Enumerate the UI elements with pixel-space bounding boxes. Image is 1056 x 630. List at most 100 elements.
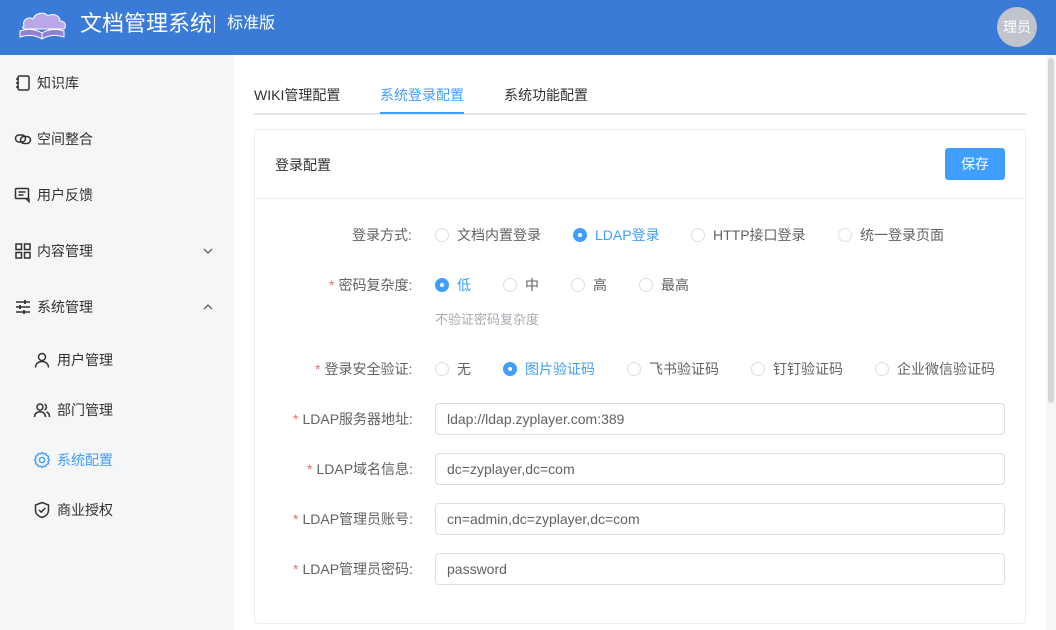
tab-wiki-config[interactable]: WIKI管理配置: [254, 87, 340, 103]
ldap-admin-account-label: * LDAP管理员账号:: [293, 511, 413, 527]
sidebar-item-system-management[interactable]: 系统管理: [0, 287, 234, 327]
radio-circle: [875, 362, 889, 376]
login-method-label: 登录方式:: [352, 227, 412, 243]
ldap-admin-password-label-text: LDAP管理员密码:: [302, 561, 413, 577]
ldap-server-input[interactable]: [435, 403, 1005, 435]
edition-label: 标准版: [227, 15, 276, 32]
sidebar-item-content-management[interactable]: 内容管理: [0, 231, 234, 271]
sidebar-item-department-management[interactable]: 部门管理: [0, 390, 234, 430]
required-asterisk: *: [329, 277, 335, 293]
radio-circle: [639, 278, 653, 292]
radio-label: 企业微信验证码: [897, 361, 995, 377]
sidebar-item-knowledge-base[interactable]: 知识库: [0, 63, 234, 103]
radio-circle: [435, 278, 449, 292]
password-complexity-label: * 密码复杂度:: [329, 277, 412, 293]
card-title: 登录配置: [275, 157, 331, 173]
ldap-admin-password-label: * LDAP管理员密码:: [293, 561, 413, 577]
radio-builtin-login[interactable]: 文档内置登录: [435, 227, 541, 243]
radio-ldap-login[interactable]: LDAP登录: [573, 227, 660, 243]
radio-label: 文档内置登录: [457, 227, 541, 243]
radio-label: 高: [593, 277, 607, 293]
ldap-server-label: * LDAP服务器地址:: [293, 411, 413, 427]
ldap-domain-label-text: LDAP域名信息:: [316, 461, 413, 477]
password-complexity-hint: 不验证密码复杂度: [435, 312, 540, 327]
ldap-admin-account-input[interactable]: [435, 503, 1005, 535]
radio-circle: [627, 362, 641, 376]
ldap-admin-password-input[interactable]: [435, 553, 1005, 585]
radio-label: 钉钉验证码: [773, 361, 843, 377]
user-icon: [34, 352, 50, 368]
radio-complexity-medium[interactable]: 中: [503, 277, 539, 293]
radio-security-wecom[interactable]: 企业微信验证码: [875, 361, 995, 377]
chevron-down-icon: [203, 248, 213, 254]
radio-label: LDAP登录: [595, 227, 660, 243]
radio-label: 统一登录页面: [860, 227, 944, 243]
sliders-icon: [16, 300, 30, 314]
link-icon: [14, 134, 32, 145]
tab-login-config[interactable]: 系统登录配置: [380, 87, 464, 103]
required-asterisk: *: [307, 461, 313, 477]
radio-label: 无: [457, 361, 471, 377]
radio-security-dingtalk[interactable]: 钉钉验证码: [751, 361, 843, 377]
radio-circle: [838, 228, 852, 242]
cloud-book-logo-icon: [19, 12, 66, 40]
chevron-up-icon: [203, 304, 213, 310]
sidebar-item-user-management[interactable]: 用户管理: [0, 340, 234, 380]
gear-icon: [33, 451, 51, 469]
feedback-icon: [14, 187, 30, 204]
required-asterisk: *: [293, 511, 299, 527]
radio-label: HTTP接口登录: [713, 227, 806, 243]
save-button[interactable]: 保存: [945, 148, 1005, 180]
sidebar-item-space-integration[interactable]: 空间整合: [0, 119, 234, 159]
tab-function-config[interactable]: 系统功能配置: [504, 87, 588, 103]
ldap-admin-account-label-text: LDAP管理员账号:: [302, 511, 413, 527]
required-asterisk: *: [293, 411, 299, 427]
sidebar-item-commercial-license[interactable]: 商业授权: [0, 490, 234, 530]
title-divider: [214, 15, 215, 33]
ldap-server-label-text: LDAP服务器地址:: [302, 411, 413, 427]
radio-label: 飞书验证码: [649, 361, 719, 377]
radio-complexity-highest[interactable]: 最高: [639, 277, 689, 293]
radio-label: 中: [525, 277, 539, 293]
sidebar-item-label: 系统配置: [57, 452, 113, 468]
login-security-label: * 登录安全验证:: [315, 361, 412, 377]
sidebar-item-label: 用户管理: [57, 352, 113, 368]
radio-security-feishu[interactable]: 飞书验证码: [627, 361, 719, 377]
radio-circle: [751, 362, 765, 376]
active-tab-indicator: [380, 112, 464, 114]
sidebar-item-label: 系统管理: [37, 299, 93, 315]
top-header: 文档管理系统 标准版 理员: [0, 0, 1056, 55]
card-header: 登录配置 保存: [255, 130, 1025, 199]
radio-circle: [503, 278, 517, 292]
radio-circle: [435, 362, 449, 376]
ldap-domain-input[interactable]: [435, 453, 1005, 485]
radio-circle: [571, 278, 585, 292]
radio-complexity-high[interactable]: 高: [571, 277, 607, 293]
sidebar-item-label: 部门管理: [57, 402, 113, 418]
sidebar-item-user-feedback[interactable]: 用户反馈: [0, 175, 234, 215]
vertical-scrollbar[interactable]: [1048, 58, 1054, 403]
radio-label: 最高: [661, 277, 689, 293]
radio-security-none[interactable]: 无: [435, 361, 471, 377]
app-title: 文档管理系统: [80, 11, 213, 36]
required-asterisk: *: [315, 361, 321, 377]
radio-unified-login[interactable]: 统一登录页面: [838, 227, 944, 243]
radio-circle: [691, 228, 705, 242]
sidebar-item-system-config[interactable]: 系统配置: [0, 440, 234, 480]
sidebar-item-label: 用户反馈: [37, 187, 93, 203]
radio-http-login[interactable]: HTTP接口登录: [691, 227, 806, 243]
config-tabs: WIKI管理配置 系统登录配置 系统功能配置: [254, 80, 1026, 115]
ldap-domain-label: * LDAP域名信息:: [307, 461, 413, 477]
radio-label: 低: [457, 277, 471, 293]
radio-security-image-captcha[interactable]: 图片验证码: [503, 361, 595, 377]
radio-circle: [573, 228, 587, 242]
radio-circle: [503, 362, 517, 376]
grid-icon: [15, 243, 31, 259]
users-icon: [33, 403, 51, 418]
user-avatar[interactable]: 理员: [997, 7, 1037, 47]
login-security-label-text: 登录安全验证:: [324, 361, 413, 377]
radio-circle: [435, 228, 449, 242]
radio-complexity-low[interactable]: 低: [435, 277, 471, 293]
shield-check-icon: [34, 501, 50, 519]
sidebar-item-label: 知识库: [37, 75, 79, 91]
